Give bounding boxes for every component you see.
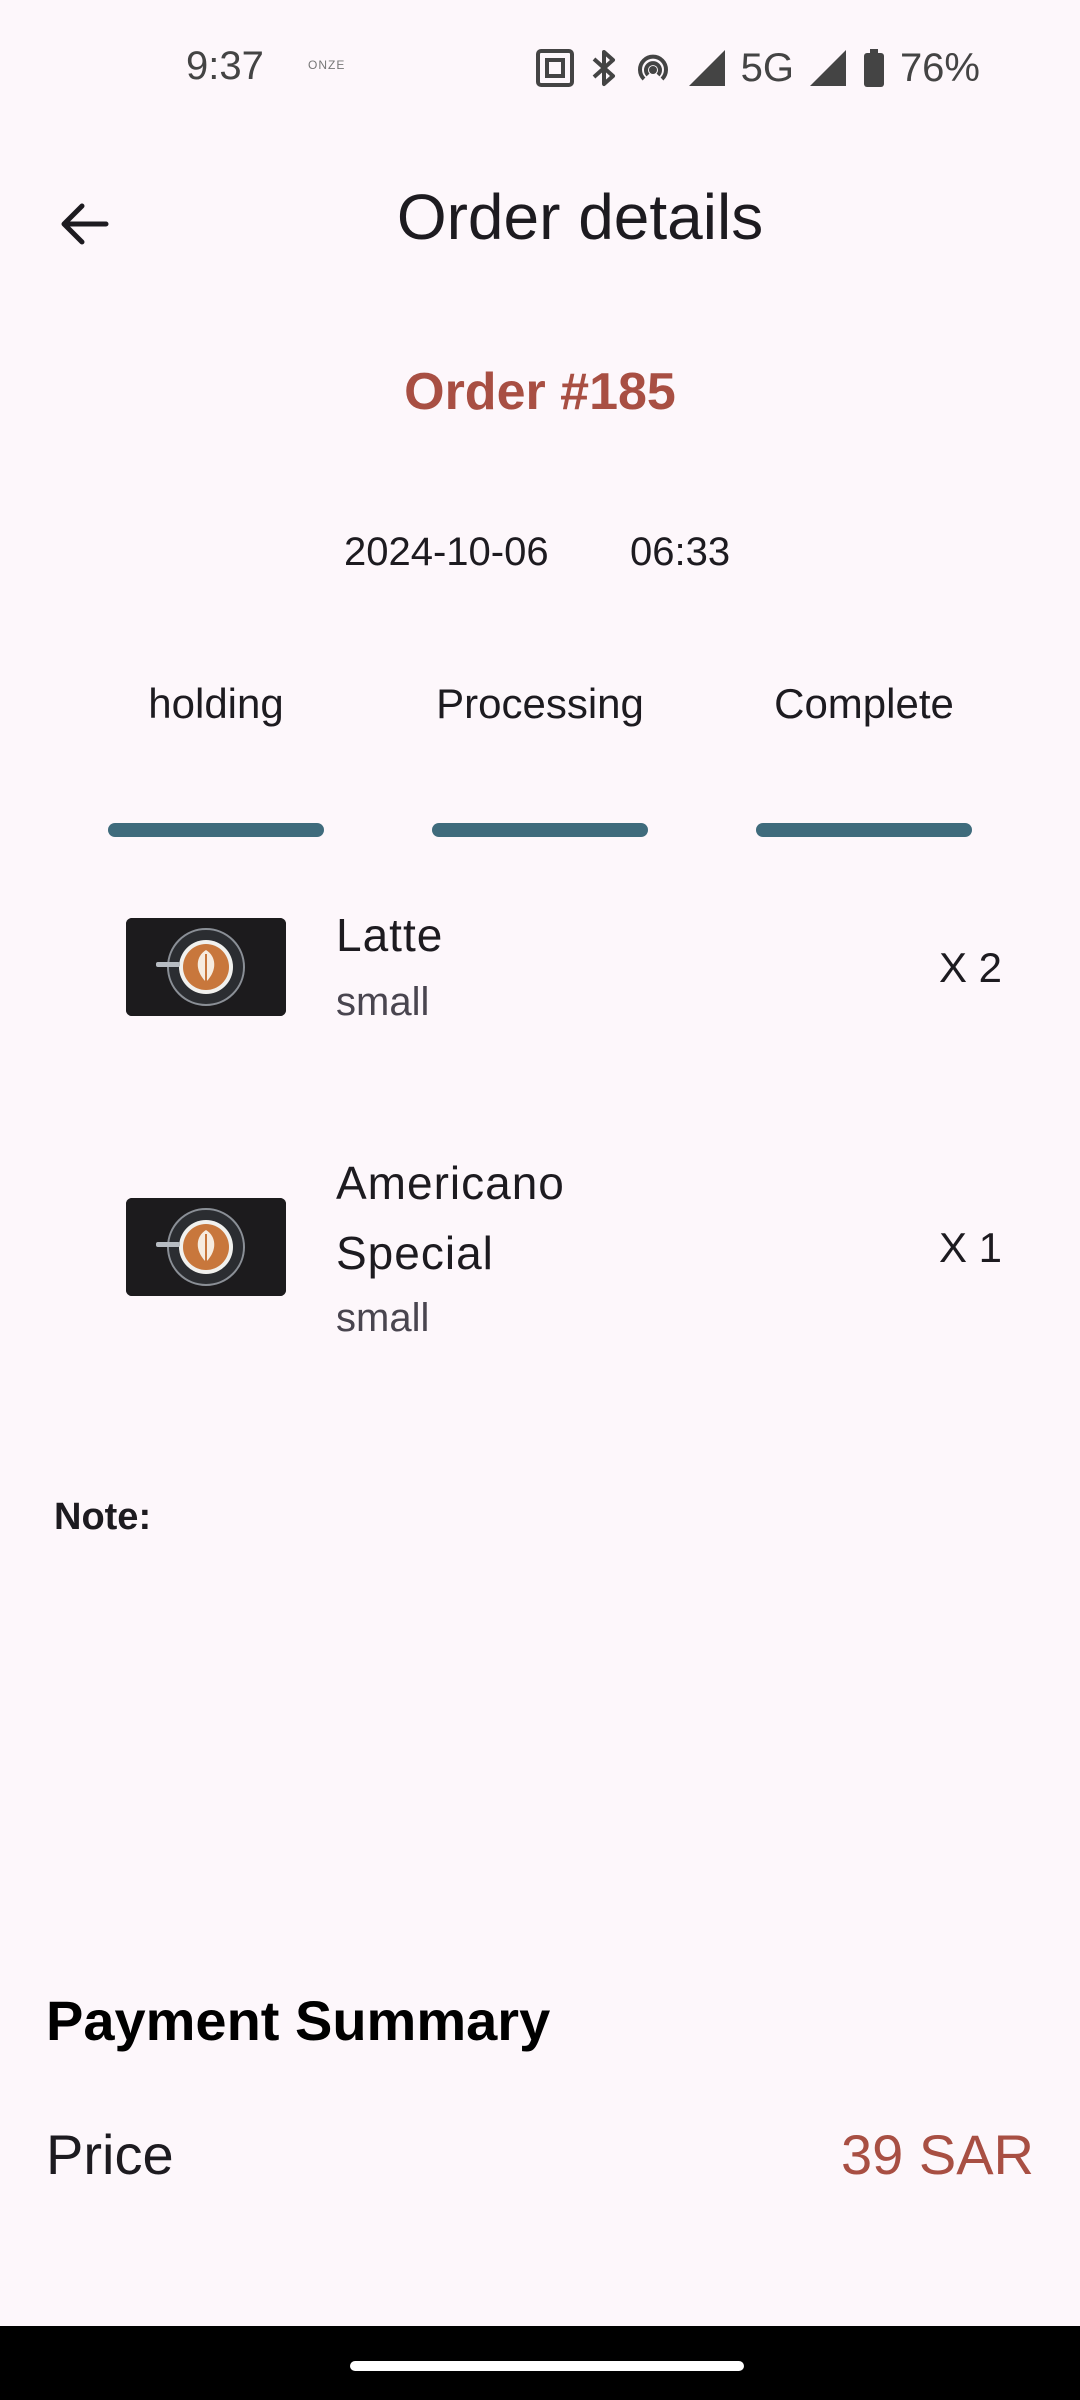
- signal-icon: [808, 48, 848, 88]
- price-value: 39 SAR: [841, 2123, 1034, 2186]
- step-holding[interactable]: holding: [108, 670, 324, 850]
- item-quantity: X 2: [938, 944, 1002, 991]
- order-time: 06:33: [630, 530, 731, 574]
- payment-summary-title: Payment Summary: [46, 1989, 551, 2052]
- page-title: Order details: [396, 181, 764, 253]
- item-quantity: X 1: [938, 1224, 1002, 1271]
- item-name: Americano: [336, 1157, 565, 1209]
- step-complete[interactable]: Complete: [756, 670, 972, 850]
- nfc-icon: [535, 48, 575, 88]
- note-label: Note:: [54, 1496, 152, 1538]
- step-label: holding: [148, 680, 284, 727]
- item-name: Latte: [336, 909, 444, 961]
- app-bar: Order details: [0, 160, 1080, 280]
- order-status-steps: holding Processing Complete: [0, 670, 1080, 850]
- order-number: Order #185: [404, 363, 676, 421]
- item-size: small: [336, 1296, 430, 1340]
- item-size: small: [336, 980, 430, 1024]
- battery-icon: [862, 48, 886, 88]
- step-label: Complete: [774, 680, 954, 727]
- step-progress-bar: [756, 823, 972, 837]
- step-label: Processing: [436, 680, 644, 727]
- step-progress-bar: [432, 823, 648, 837]
- order-date: 2024-10-06: [344, 530, 549, 574]
- status-notification-text: ONZE: [308, 58, 346, 72]
- latte-art-image: [126, 918, 286, 1016]
- bluetooth-icon: [589, 48, 619, 88]
- network-type: 5G: [740, 45, 794, 90]
- step-processing[interactable]: Processing: [432, 670, 648, 850]
- item-name: Special: [336, 1227, 494, 1279]
- status-time: 9:37: [186, 44, 264, 88]
- status-bar: 9:37 ONZE 5G 76%: [0, 0, 1080, 136]
- signal-icon: [687, 48, 727, 88]
- status-icons: 5G 76%: [535, 40, 980, 96]
- step-progress-bar: [108, 823, 324, 837]
- latte-art-image: [126, 1198, 286, 1296]
- list-item: Americano Special small X 1: [0, 1148, 1080, 1358]
- hotspot-icon: [633, 48, 673, 88]
- home-indicator[interactable]: [350, 2361, 744, 2371]
- price-label: Price: [46, 2123, 174, 2186]
- battery-percent: 76%: [899, 45, 980, 90]
- list-item: Latte small X 2: [0, 900, 1080, 1090]
